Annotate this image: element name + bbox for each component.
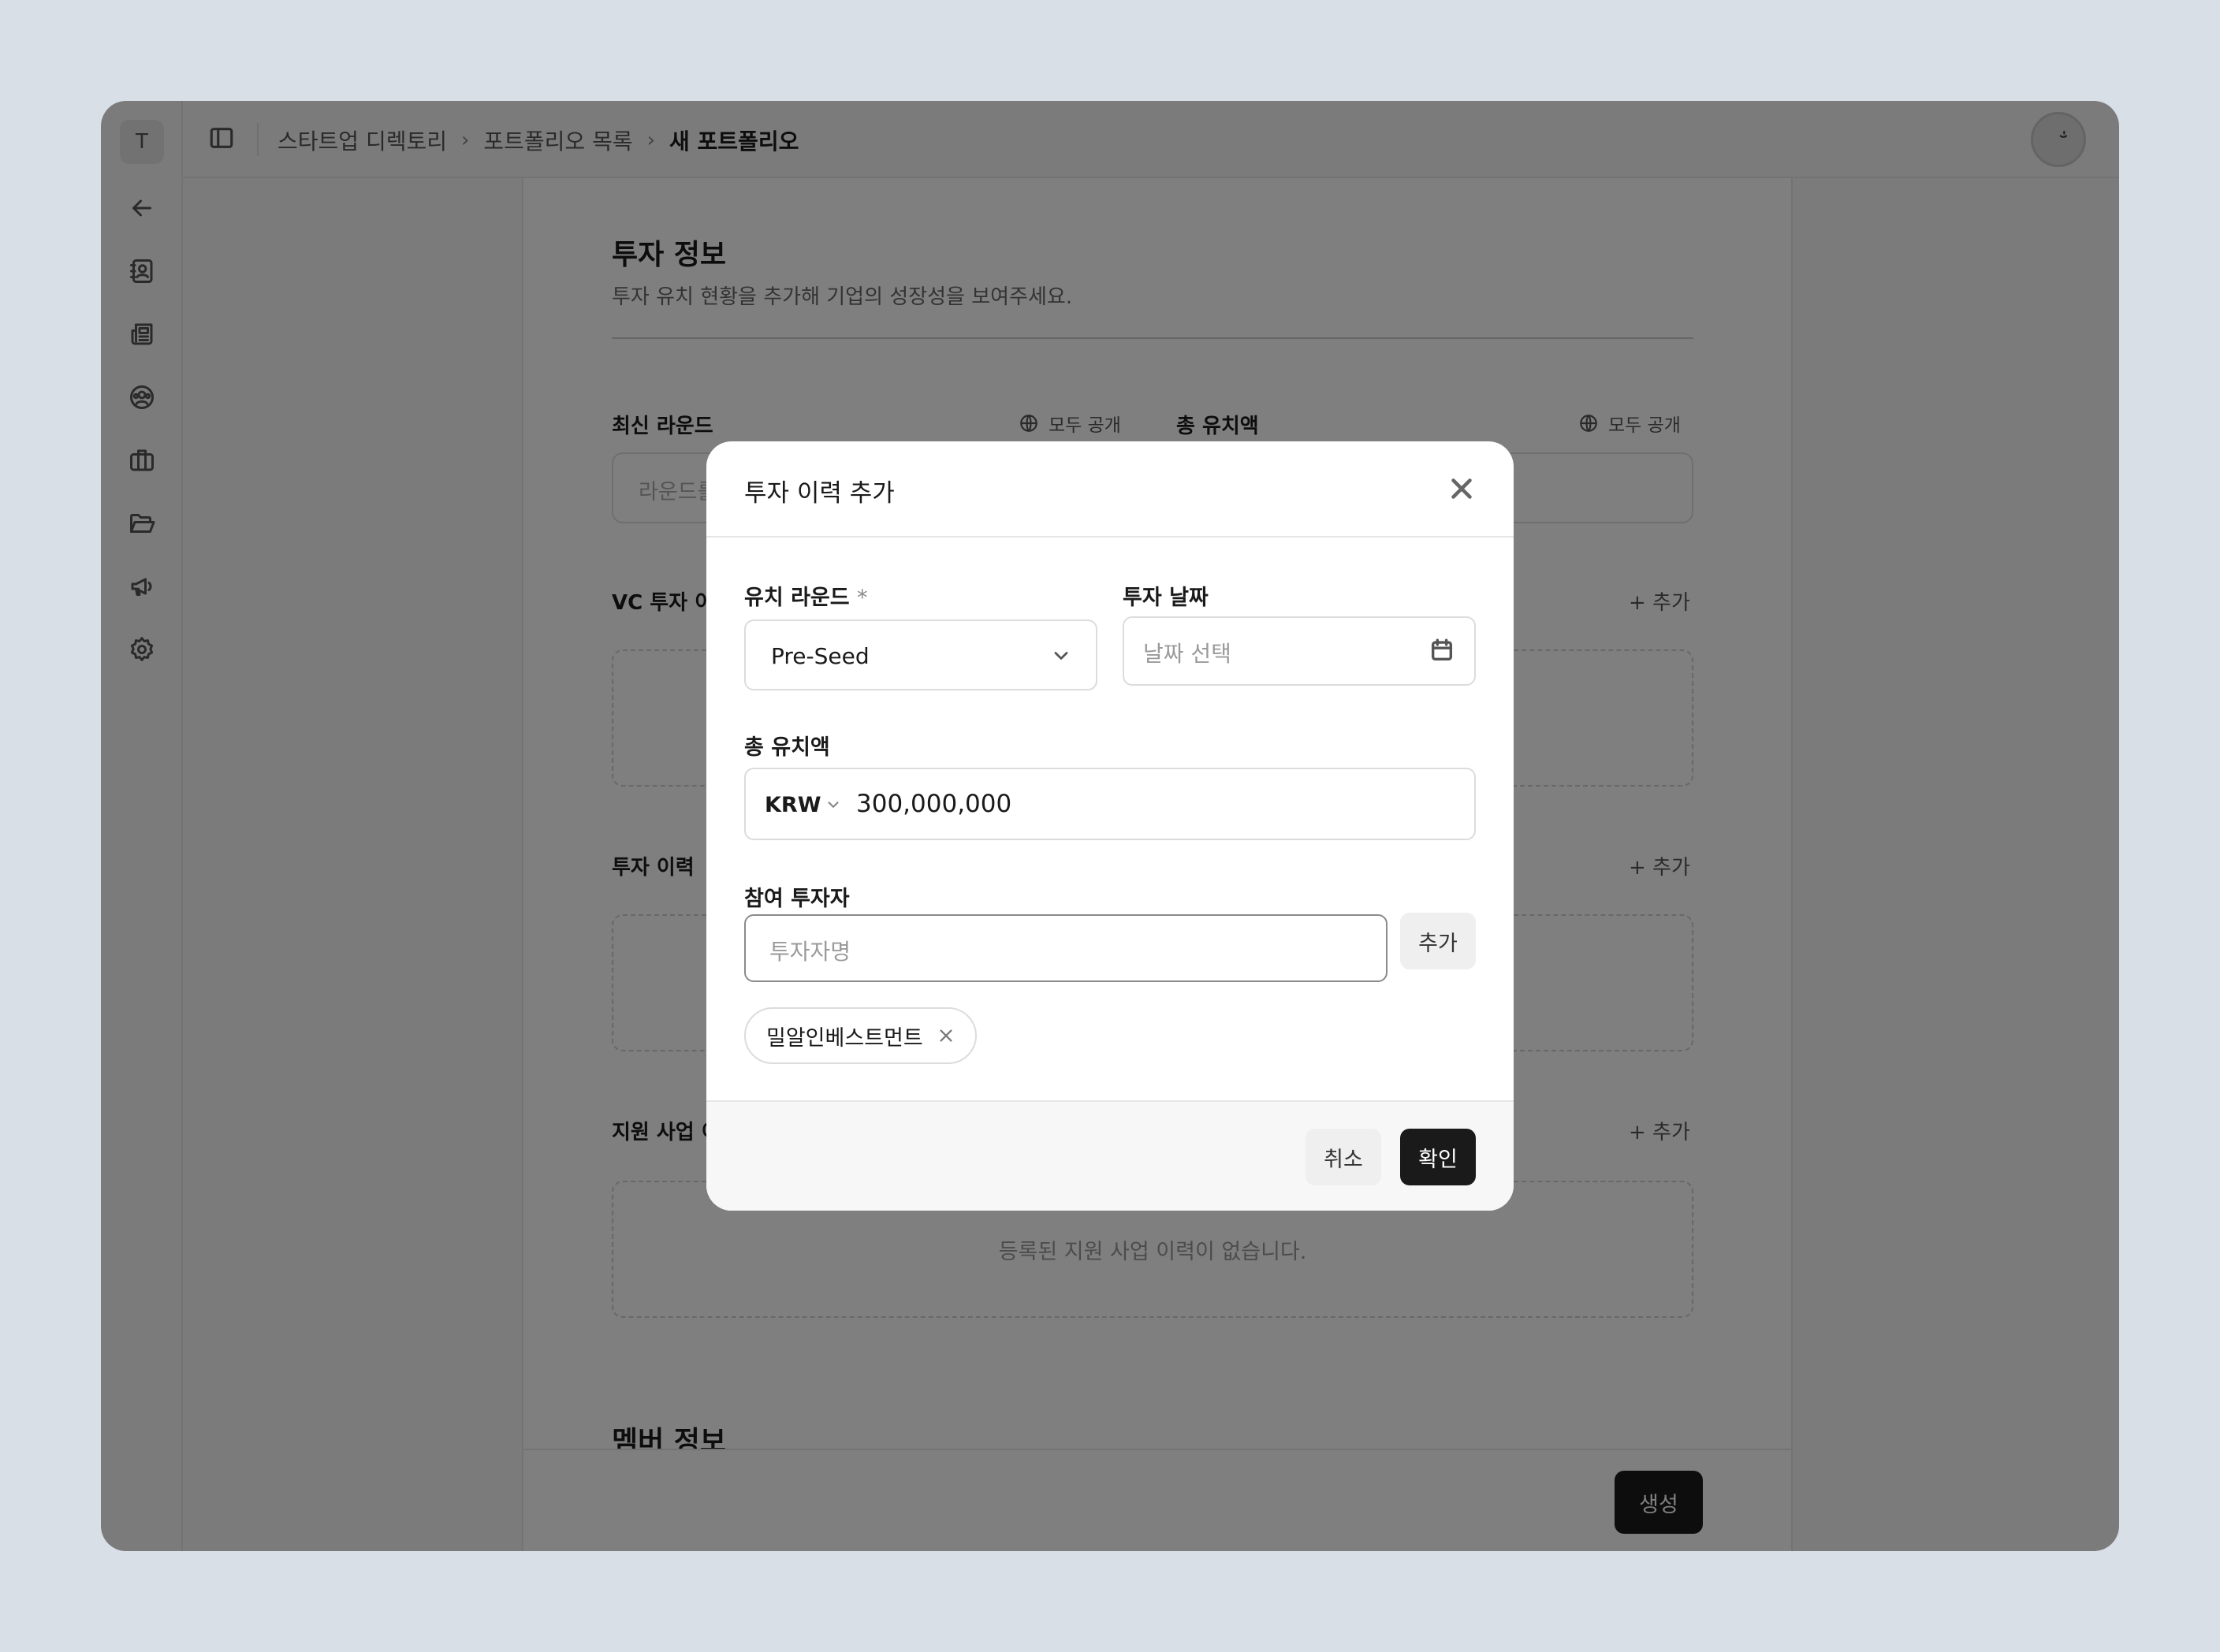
add-investor-button[interactable]: 추가	[1400, 913, 1476, 969]
round-select[interactable]: Pre-Seed	[744, 620, 1097, 690]
cancel-button[interactable]: 취소	[1306, 1129, 1381, 1185]
chevron-down-icon	[1050, 645, 1072, 670]
modal-title: 투자 이력 추가	[744, 479, 895, 508]
date-placeholder: 날짜 선택	[1143, 641, 1231, 667]
close-icon[interactable]	[1447, 474, 1476, 503]
chevron-down-icon	[825, 796, 842, 817]
modal-footer: 취소 확인	[706, 1100, 1514, 1211]
investor-label: 참여 투자자	[744, 887, 850, 911]
chip-label: 밀알인베스트먼트	[766, 1025, 923, 1051]
amount-field[interactable]: KRW 300,000,000	[744, 768, 1476, 840]
calendar-icon	[1428, 637, 1455, 667]
app-window: T 스타트업 디렉토리 ›	[101, 101, 2119, 1551]
investor-input[interactable]: 투자자명	[744, 914, 1388, 982]
round-select-value: Pre-Seed	[771, 643, 870, 669]
investor-placeholder: 투자자명	[769, 939, 851, 965]
add-investment-modal: 투자 이력 추가 유치 라운드 * Pre-Seed 투자 날짜 날짜 선택 총…	[706, 441, 1514, 1211]
date-picker[interactable]: 날짜 선택	[1123, 616, 1476, 686]
amount-label: 총 유치액	[744, 735, 830, 760]
investor-chip: 밀알인베스트먼트	[744, 1007, 977, 1064]
currency-select[interactable]: KRW	[765, 793, 821, 817]
amount-value: 300,000,000	[856, 790, 1012, 818]
modal-header: 투자 이력 추가	[706, 441, 1514, 538]
required-mark: *	[857, 586, 868, 610]
close-icon[interactable]	[937, 1027, 955, 1044]
date-label: 투자 날짜	[1123, 586, 1209, 610]
confirm-button[interactable]: 확인	[1400, 1129, 1476, 1185]
round-label: 유치 라운드 *	[744, 586, 868, 610]
